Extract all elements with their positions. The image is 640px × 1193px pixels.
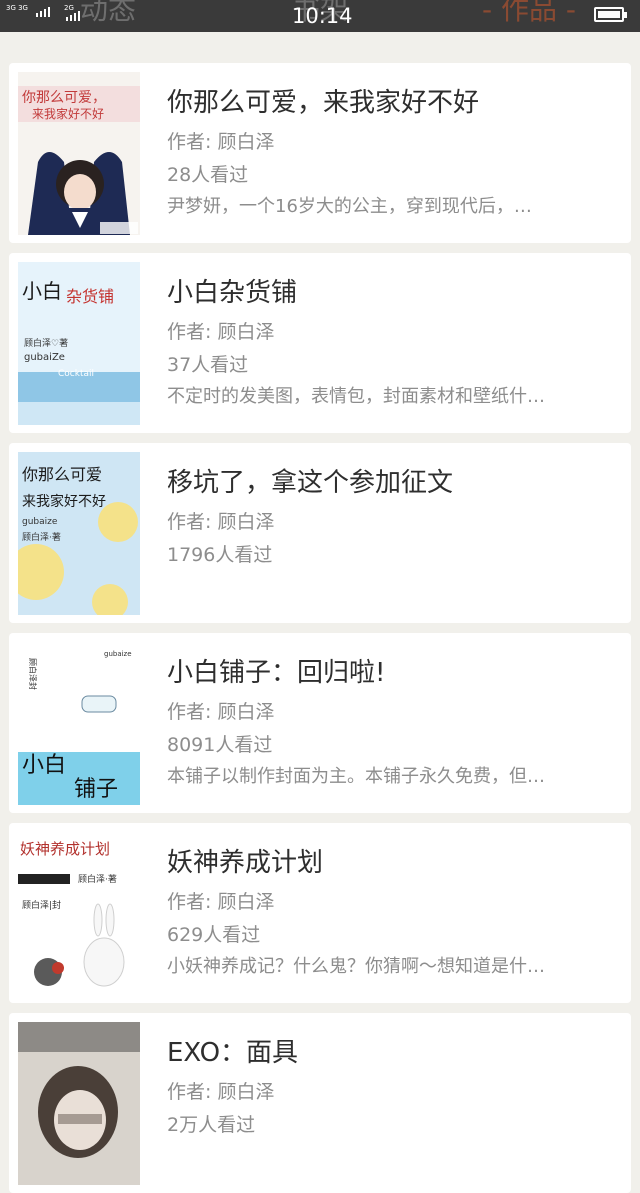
cover-line-2: 来我家好不好	[32, 106, 104, 121]
work-title[interactable]: 小白杂货铺	[167, 277, 297, 309]
tab-dynamic[interactable]: 动态	[80, 0, 136, 30]
cover-line-3: 顾白泽|封	[22, 899, 61, 911]
work-views: 37人看过	[167, 354, 249, 376]
work-description: 不定时的发美图，表情包，封面素材和壁纸什…	[167, 386, 545, 407]
work-author: 作者: 顾白泽	[167, 131, 275, 153]
work-views: 2万人看过	[167, 1114, 256, 1136]
cover-line-2: 来我家好不好	[22, 493, 106, 510]
work-views: 629人看过	[167, 924, 261, 946]
work-title[interactable]: 你那么可爱，来我家好不好	[167, 87, 479, 119]
work-description: 小妖神养成记？什么鬼？你猜啊～想知道是什…	[167, 956, 545, 977]
cover-line-2: 顾白泽·著	[78, 873, 117, 885]
work-views: 8091人看过	[167, 734, 273, 756]
book-cover: 小白 杂货铺 顾白泽♡著 gubaiZe Cocktail	[18, 262, 140, 425]
cover-line-4: 顾白泽·著	[22, 531, 61, 543]
work-author: 作者: 顾白泽	[167, 1081, 275, 1103]
signal-icon	[36, 7, 50, 17]
status-time: 10:14	[292, 4, 353, 28]
signal-icon-2	[66, 11, 80, 21]
work-author: 作者: 顾白泽	[167, 511, 275, 533]
cover-line-3: 铺子	[74, 777, 118, 802]
work-card[interactable]: 小白 杂货铺 顾白泽♡著 gubaiZe Cocktail 小白杂货铺 作者: …	[9, 253, 631, 433]
work-title[interactable]: 小白铺子：回归啦!	[167, 657, 385, 689]
cover-line-1: 你那么可爱	[22, 465, 102, 484]
cover-line-1: 你那么可爱，	[22, 90, 106, 106]
cover-line-5: Cocktail	[58, 369, 94, 379]
cover-line-1: 顾白泽封	[28, 658, 38, 690]
work-views: 1796人看过	[167, 544, 273, 566]
work-card[interactable]: 顾白泽封 小白 铺子 gubaize 小白铺子：回归啦! 作者: 顾白泽 809…	[9, 633, 631, 813]
book-cover: 妖神养成计划 顾白泽·著 顾白泽|封	[18, 832, 140, 995]
top-bar: 动态 书架 - 作品 - 3G 3G 2G 10:14	[0, 0, 640, 32]
tab-works[interactable]: - 作品 -	[482, 0, 576, 30]
cover-line-2: 小白	[22, 753, 66, 778]
work-title[interactable]: 移坑了，拿这个参加征文	[167, 467, 453, 499]
book-cover: 顾白泽封 小白 铺子 gubaize	[18, 642, 140, 805]
work-author: 作者: 顾白泽	[167, 321, 275, 343]
work-title[interactable]: EXO：面具	[167, 1037, 298, 1069]
cover-line-4: gubaize	[104, 650, 132, 658]
cover-line-2: 杂货铺	[66, 287, 114, 306]
work-description: 本铺子以制作封面为主。本铺子永久免费，但…	[167, 766, 545, 787]
cover-line-1: 小白	[22, 279, 62, 303]
cover-line-3: gubaize	[22, 517, 58, 527]
work-author: 作者: 顾白泽	[167, 891, 275, 913]
cover-line-1: 妖神养成计划	[20, 840, 110, 858]
work-views: 28人看过	[167, 164, 249, 186]
network-type-label: 3G 3G	[6, 4, 28, 12]
work-card[interactable]: 妖神养成计划 顾白泽·著 顾白泽|封 妖神养成计划 作者: 顾白泽 629人看过…	[9, 823, 631, 1003]
book-cover: 你那么可爱 来我家好不好 gubaize 顾白泽·著	[18, 452, 140, 615]
cover-line-3: 顾白泽♡著	[24, 337, 68, 349]
work-description: 尹梦妍，一个16岁大的公主，穿到现代后，…	[167, 196, 532, 217]
book-cover	[18, 1022, 140, 1185]
work-card[interactable]: EXO：面具 作者: 顾白泽 2万人看过	[9, 1013, 631, 1193]
work-card[interactable]: 你那么可爱 来我家好不好 gubaize 顾白泽·著 移坑了，拿这个参加征文 作…	[9, 443, 631, 623]
battery-icon	[594, 7, 627, 22]
book-cover: 你那么可爱， 来我家好不好	[18, 72, 140, 235]
cover-line-4: gubaiZe	[24, 352, 65, 363]
work-title[interactable]: 妖神养成计划	[167, 847, 323, 879]
work-author: 作者: 顾白泽	[167, 701, 275, 723]
work-card[interactable]: 你那么可爱， 来我家好不好 你那么可爱，来我家好不好 作者: 顾白泽 28人看过…	[9, 63, 631, 243]
